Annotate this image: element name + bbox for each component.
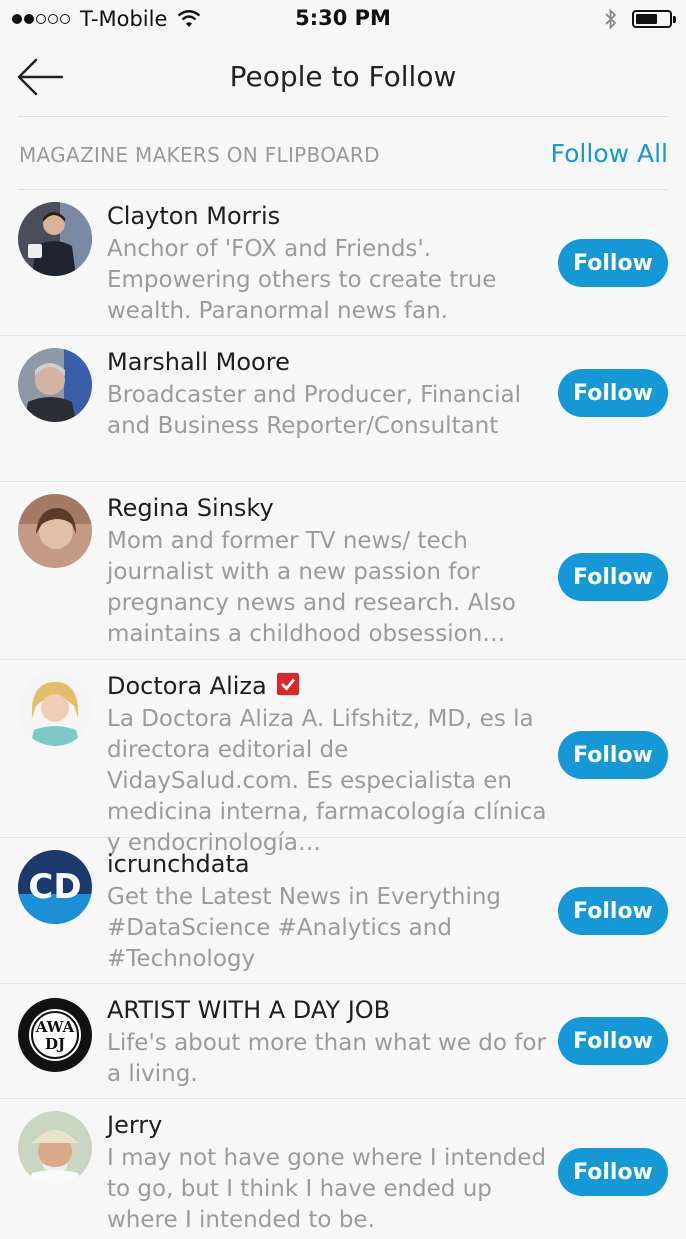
person-name: Marshall Moore <box>107 348 290 376</box>
follow-button[interactable]: Follow <box>558 1017 668 1065</box>
navigation-bar: People to Follow <box>0 38 686 116</box>
svg-text:DJ: DJ <box>45 1035 65 1053</box>
person-bio: Anchor of 'FOX and Friends'. Empowering … <box>107 236 497 324</box>
follow-button[interactable]: Follow <box>558 553 668 601</box>
svg-text:CD: CD <box>28 867 81 907</box>
person-row: Clayton Morris Anchor of 'FOX and Friend… <box>0 190 686 336</box>
person-bio: Mom and former TV news/ tech journalist … <box>107 528 516 647</box>
person-bio: Get the Latest News in Everything #DataS… <box>107 884 502 972</box>
person-row: Marshall Moore Broadcaster and Producer,… <box>0 336 686 482</box>
status-time: 5:30 PM <box>295 6 391 30</box>
svg-text:AWA: AWA <box>35 1018 75 1036</box>
page-title: People to Follow <box>229 60 457 93</box>
person-name: Doctora Aliza <box>107 672 299 700</box>
person-bio: Broadcaster and Producer, Financial and … <box>107 382 521 439</box>
status-bar: T-Mobile 5:30 PM <box>0 0 686 38</box>
person-bio: La Doctora Aliza A. Lifshitz, MD, es la … <box>107 706 547 856</box>
avatar: AWA DJ <box>18 998 92 1072</box>
people-list: Clayton Morris Anchor of 'FOX and Friend… <box>0 190 686 1239</box>
person-row: Doctora Aliza La Doctora Aliza A. Lifshi… <box>0 660 686 856</box>
avatar: CD <box>18 850 92 924</box>
person-name: ARTIST WITH A DAY JOB <box>107 996 391 1024</box>
section-header: MAGAZINE MAKERS ON FLIPBOARD Follow All <box>18 117 668 189</box>
verified-badge-icon <box>276 673 299 695</box>
follow-all-button[interactable]: Follow All <box>551 139 668 168</box>
person-bio: Life's about more than what we do for a … <box>107 1030 546 1087</box>
follow-button[interactable]: Follow <box>558 369 668 417</box>
battery-icon <box>632 10 676 28</box>
person-bio: I may not have gone where I intended to … <box>107 1145 547 1233</box>
follow-button[interactable]: Follow <box>558 731 668 779</box>
avatar <box>18 1111 92 1185</box>
person-name: Regina Sinsky <box>107 494 274 522</box>
person-name: icrunchdata <box>107 850 250 878</box>
follow-button[interactable]: Follow <box>558 887 668 935</box>
follow-button[interactable]: Follow <box>558 1148 668 1196</box>
person-row: AWA DJ ARTIST WITH A DAY JOB Life's abou… <box>0 984 686 1099</box>
avatar <box>18 672 92 746</box>
bluetooth-icon <box>605 8 617 30</box>
avatar <box>18 494 92 568</box>
person-row: Jerry I may not have gone where I intend… <box>0 1099 686 1239</box>
follow-button[interactable]: Follow <box>558 239 668 287</box>
avatar <box>18 348 92 422</box>
avatar <box>18 202 92 276</box>
person-name: Jerry <box>107 1111 163 1139</box>
person-row: CD icrunchdata Get the Latest News in Ev… <box>0 838 686 984</box>
status-right <box>604 8 676 30</box>
person-row: Regina Sinsky Mom and former TV news/ te… <box>0 482 686 660</box>
section-title: MAGAZINE MAKERS ON FLIPBOARD <box>19 143 380 167</box>
person-name: Clayton Morris <box>107 202 281 230</box>
